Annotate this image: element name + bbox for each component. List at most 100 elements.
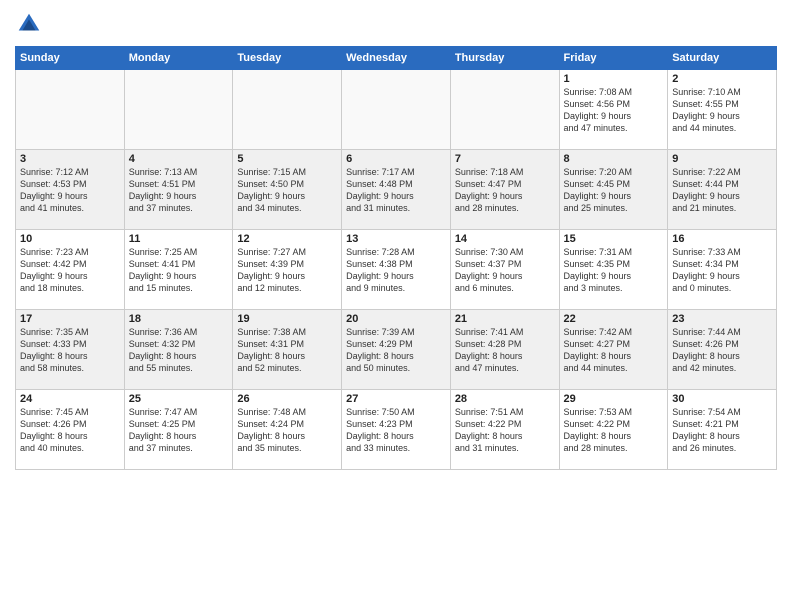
day-detail: Sunrise: 7:12 AM Sunset: 4:53 PM Dayligh…: [20, 166, 120, 215]
page-container: SundayMondayTuesdayWednesdayThursdayFrid…: [0, 0, 792, 480]
day-number: 13: [346, 233, 446, 245]
calendar-cell: 27Sunrise: 7:50 AM Sunset: 4:23 PM Dayli…: [342, 390, 451, 470]
day-number: 11: [129, 233, 229, 245]
day-detail: Sunrise: 7:38 AM Sunset: 4:31 PM Dayligh…: [237, 326, 337, 375]
day-detail: Sunrise: 7:18 AM Sunset: 4:47 PM Dayligh…: [455, 166, 555, 215]
calendar-cell: 21Sunrise: 7:41 AM Sunset: 4:28 PM Dayli…: [450, 310, 559, 390]
calendar-cell: 18Sunrise: 7:36 AM Sunset: 4:32 PM Dayli…: [124, 310, 233, 390]
day-number: 1: [564, 73, 664, 85]
day-detail: Sunrise: 7:53 AM Sunset: 4:22 PM Dayligh…: [564, 406, 664, 455]
calendar-cell: 19Sunrise: 7:38 AM Sunset: 4:31 PM Dayli…: [233, 310, 342, 390]
calendar-cell: 26Sunrise: 7:48 AM Sunset: 4:24 PM Dayli…: [233, 390, 342, 470]
calendar-cell: 11Sunrise: 7:25 AM Sunset: 4:41 PM Dayli…: [124, 230, 233, 310]
day-detail: Sunrise: 7:44 AM Sunset: 4:26 PM Dayligh…: [672, 326, 772, 375]
calendar-cell: 23Sunrise: 7:44 AM Sunset: 4:26 PM Dayli…: [668, 310, 777, 390]
day-number: 8: [564, 153, 664, 165]
calendar-cell: 25Sunrise: 7:47 AM Sunset: 4:25 PM Dayli…: [124, 390, 233, 470]
day-number: 9: [672, 153, 772, 165]
day-detail: Sunrise: 7:20 AM Sunset: 4:45 PM Dayligh…: [564, 166, 664, 215]
calendar-cell: [450, 70, 559, 150]
day-number: 29: [564, 393, 664, 405]
calendar-cell: 28Sunrise: 7:51 AM Sunset: 4:22 PM Dayli…: [450, 390, 559, 470]
col-header-friday: Friday: [559, 47, 668, 70]
calendar-cell: 29Sunrise: 7:53 AM Sunset: 4:22 PM Dayli…: [559, 390, 668, 470]
calendar-cell: 3Sunrise: 7:12 AM Sunset: 4:53 PM Daylig…: [16, 150, 125, 230]
calendar-cell: [342, 70, 451, 150]
day-number: 28: [455, 393, 555, 405]
day-detail: Sunrise: 7:23 AM Sunset: 4:42 PM Dayligh…: [20, 246, 120, 295]
day-number: 10: [20, 233, 120, 245]
week-row-0: 1Sunrise: 7:08 AM Sunset: 4:56 PM Daylig…: [16, 70, 777, 150]
calendar-cell: [16, 70, 125, 150]
day-number: 4: [129, 153, 229, 165]
col-header-tuesday: Tuesday: [233, 47, 342, 70]
day-detail: Sunrise: 7:45 AM Sunset: 4:26 PM Dayligh…: [20, 406, 120, 455]
calendar-cell: 1Sunrise: 7:08 AM Sunset: 4:56 PM Daylig…: [559, 70, 668, 150]
calendar-cell: 8Sunrise: 7:20 AM Sunset: 4:45 PM Daylig…: [559, 150, 668, 230]
calendar-cell: 4Sunrise: 7:13 AM Sunset: 4:51 PM Daylig…: [124, 150, 233, 230]
day-number: 20: [346, 313, 446, 325]
col-header-thursday: Thursday: [450, 47, 559, 70]
day-number: 27: [346, 393, 446, 405]
day-detail: Sunrise: 7:54 AM Sunset: 4:21 PM Dayligh…: [672, 406, 772, 455]
week-row-1: 3Sunrise: 7:12 AM Sunset: 4:53 PM Daylig…: [16, 150, 777, 230]
col-header-wednesday: Wednesday: [342, 47, 451, 70]
day-detail: Sunrise: 7:36 AM Sunset: 4:32 PM Dayligh…: [129, 326, 229, 375]
week-row-3: 17Sunrise: 7:35 AM Sunset: 4:33 PM Dayli…: [16, 310, 777, 390]
day-number: 3: [20, 153, 120, 165]
day-detail: Sunrise: 7:31 AM Sunset: 4:35 PM Dayligh…: [564, 246, 664, 295]
col-header-saturday: Saturday: [668, 47, 777, 70]
logo: [15, 10, 47, 38]
day-detail: Sunrise: 7:39 AM Sunset: 4:29 PM Dayligh…: [346, 326, 446, 375]
calendar-cell: 9Sunrise: 7:22 AM Sunset: 4:44 PM Daylig…: [668, 150, 777, 230]
calendar-cell: 24Sunrise: 7:45 AM Sunset: 4:26 PM Dayli…: [16, 390, 125, 470]
col-header-monday: Monday: [124, 47, 233, 70]
day-number: 7: [455, 153, 555, 165]
calendar-cell: 10Sunrise: 7:23 AM Sunset: 4:42 PM Dayli…: [16, 230, 125, 310]
calendar-header-row: SundayMondayTuesdayWednesdayThursdayFrid…: [16, 47, 777, 70]
calendar-cell: [124, 70, 233, 150]
day-detail: Sunrise: 7:28 AM Sunset: 4:38 PM Dayligh…: [346, 246, 446, 295]
day-detail: Sunrise: 7:25 AM Sunset: 4:41 PM Dayligh…: [129, 246, 229, 295]
day-detail: Sunrise: 7:35 AM Sunset: 4:33 PM Dayligh…: [20, 326, 120, 375]
logo-icon: [15, 10, 43, 38]
col-header-sunday: Sunday: [16, 47, 125, 70]
calendar-cell: 30Sunrise: 7:54 AM Sunset: 4:21 PM Dayli…: [668, 390, 777, 470]
calendar-cell: 14Sunrise: 7:30 AM Sunset: 4:37 PM Dayli…: [450, 230, 559, 310]
day-number: 12: [237, 233, 337, 245]
day-detail: Sunrise: 7:15 AM Sunset: 4:50 PM Dayligh…: [237, 166, 337, 215]
day-number: 19: [237, 313, 337, 325]
day-detail: Sunrise: 7:17 AM Sunset: 4:48 PM Dayligh…: [346, 166, 446, 215]
day-detail: Sunrise: 7:30 AM Sunset: 4:37 PM Dayligh…: [455, 246, 555, 295]
day-number: 15: [564, 233, 664, 245]
calendar-cell: 13Sunrise: 7:28 AM Sunset: 4:38 PM Dayli…: [342, 230, 451, 310]
page-header: [15, 10, 777, 38]
calendar-table: SundayMondayTuesdayWednesdayThursdayFrid…: [15, 46, 777, 470]
day-number: 25: [129, 393, 229, 405]
day-detail: Sunrise: 7:22 AM Sunset: 4:44 PM Dayligh…: [672, 166, 772, 215]
day-number: 26: [237, 393, 337, 405]
day-number: 22: [564, 313, 664, 325]
day-detail: Sunrise: 7:51 AM Sunset: 4:22 PM Dayligh…: [455, 406, 555, 455]
calendar-cell: [233, 70, 342, 150]
day-number: 5: [237, 153, 337, 165]
day-number: 18: [129, 313, 229, 325]
day-number: 6: [346, 153, 446, 165]
calendar-cell: 2Sunrise: 7:10 AM Sunset: 4:55 PM Daylig…: [668, 70, 777, 150]
calendar-cell: 6Sunrise: 7:17 AM Sunset: 4:48 PM Daylig…: [342, 150, 451, 230]
calendar-cell: 7Sunrise: 7:18 AM Sunset: 4:47 PM Daylig…: [450, 150, 559, 230]
day-number: 2: [672, 73, 772, 85]
day-number: 30: [672, 393, 772, 405]
calendar-cell: 16Sunrise: 7:33 AM Sunset: 4:34 PM Dayli…: [668, 230, 777, 310]
day-detail: Sunrise: 7:41 AM Sunset: 4:28 PM Dayligh…: [455, 326, 555, 375]
day-number: 14: [455, 233, 555, 245]
day-detail: Sunrise: 7:08 AM Sunset: 4:56 PM Dayligh…: [564, 86, 664, 135]
week-row-2: 10Sunrise: 7:23 AM Sunset: 4:42 PM Dayli…: [16, 230, 777, 310]
day-detail: Sunrise: 7:50 AM Sunset: 4:23 PM Dayligh…: [346, 406, 446, 455]
day-detail: Sunrise: 7:48 AM Sunset: 4:24 PM Dayligh…: [237, 406, 337, 455]
day-detail: Sunrise: 7:27 AM Sunset: 4:39 PM Dayligh…: [237, 246, 337, 295]
day-detail: Sunrise: 7:47 AM Sunset: 4:25 PM Dayligh…: [129, 406, 229, 455]
day-number: 16: [672, 233, 772, 245]
day-detail: Sunrise: 7:42 AM Sunset: 4:27 PM Dayligh…: [564, 326, 664, 375]
day-detail: Sunrise: 7:10 AM Sunset: 4:55 PM Dayligh…: [672, 86, 772, 135]
